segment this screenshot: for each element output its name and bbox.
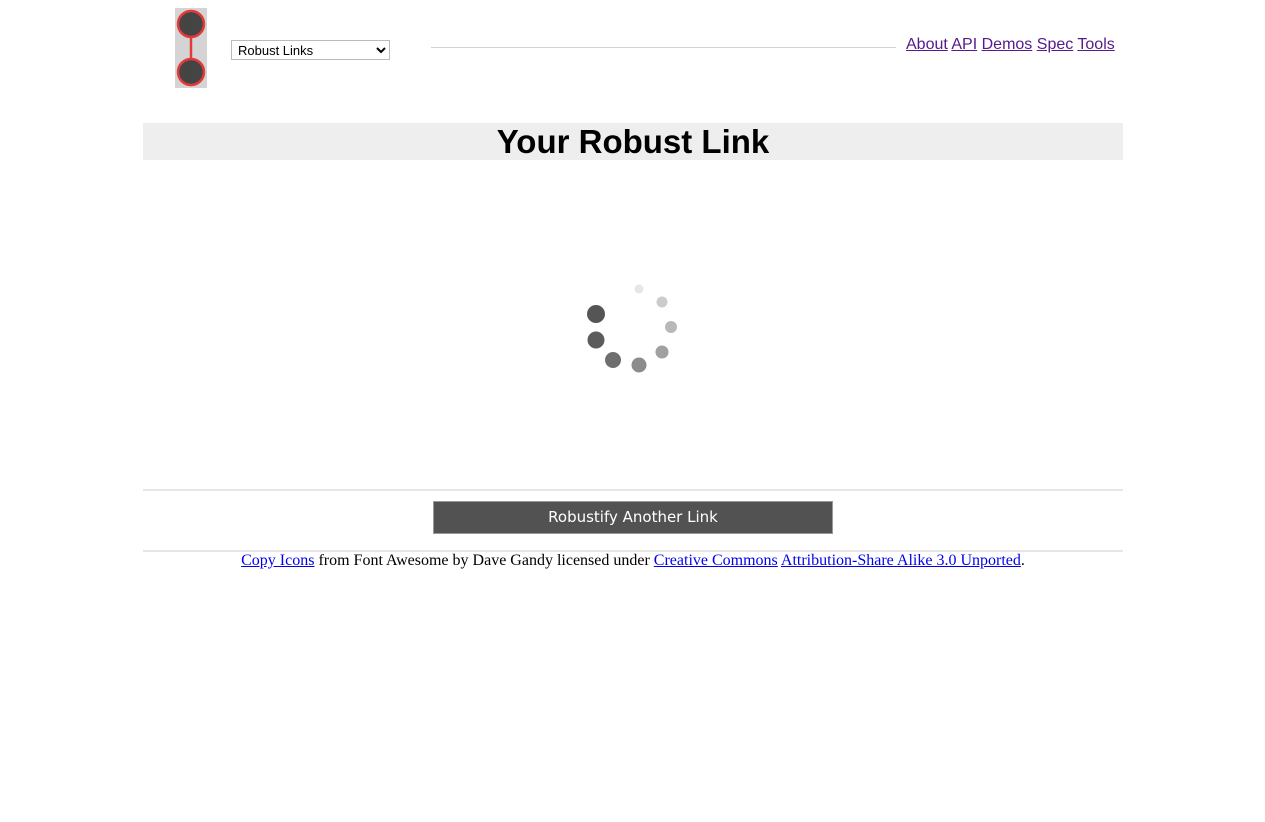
robustify-another-link-button[interactable]: Robustify Another Link (433, 501, 833, 534)
nav-api-link[interactable]: API (951, 36, 977, 53)
nav-spec-link[interactable]: Spec (1037, 36, 1073, 53)
nav-demos-link[interactable]: Demos (982, 36, 1033, 53)
nav-tools-link[interactable]: Tools (1077, 36, 1114, 53)
creative-commons-link[interactable]: Creative Commons (654, 552, 778, 569)
copy-icons-link[interactable]: Copy Icons (241, 552, 314, 569)
robust-links-logo-icon[interactable] (175, 8, 207, 88)
page-title: Your Robust Link (496, 123, 770, 160)
footer-credits: Copy Icons from Font Awesome by Dave Gan… (143, 552, 1123, 570)
nav-about-link[interactable]: About (906, 36, 948, 53)
divider-top (143, 489, 1123, 491)
site-select[interactable]: Robust Links (231, 40, 390, 60)
top-nav: About API Demos Spec Tools (906, 36, 1115, 54)
page: Robust Links About API Demos Spec Tools … (0, 0, 1265, 822)
header-divider (431, 47, 896, 48)
loading-spinner-icon (580, 280, 680, 375)
title-bar: Your Robust Link (143, 123, 1123, 160)
license-link[interactable]: Attribution-Share Alike 3.0 Unported (781, 552, 1021, 569)
footer-text-1: from Font Awesome by Dave Gandy licensed… (314, 552, 654, 569)
footer-text-3: . (1020, 552, 1025, 569)
